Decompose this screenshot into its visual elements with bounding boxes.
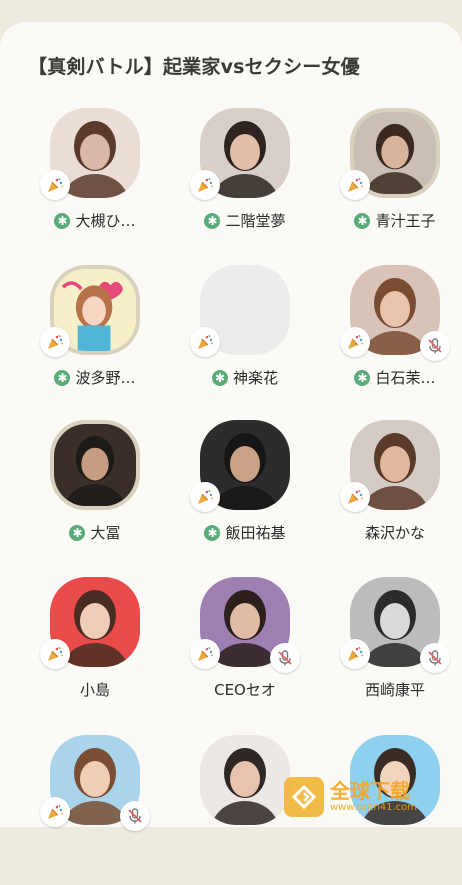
speaker-tile[interactable] xyxy=(30,735,160,885)
watermark-logo-icon xyxy=(284,777,324,817)
party-popper-icon xyxy=(348,334,364,349)
speaker-name-row: ✱ 白石茉… xyxy=(330,367,460,388)
reaction-badge xyxy=(40,170,70,200)
speaker-name-row: 森沢かな xyxy=(330,522,460,543)
moderator-icon: ✱ xyxy=(354,369,371,386)
speaker-tile[interactable]: ✱ 二階堂夢 xyxy=(180,108,310,258)
party-popper-icon xyxy=(48,804,64,819)
party-popper-icon xyxy=(198,177,214,192)
party-popper-icon xyxy=(48,177,64,192)
speaker-name: 二階堂夢 xyxy=(225,212,286,230)
speaker-name: 大槻ひ… xyxy=(75,212,136,230)
party-popper-icon xyxy=(48,646,64,661)
speaker-name-row: ✱ 大冨 xyxy=(30,522,160,543)
speaker-tile[interactable]: ✱ 大冨 xyxy=(30,420,160,570)
speaker-tile[interactable]: ✱ 波多野… xyxy=(30,265,160,415)
speaker-tile[interactable]: ✱ 青汁王子 xyxy=(330,108,460,258)
speaker-name: 森沢かな xyxy=(364,524,425,542)
moderator-icon: ✱ xyxy=(204,212,221,229)
speaker-name-row: ✱ 神楽花 xyxy=(180,367,310,388)
reaction-badge xyxy=(340,170,370,200)
moderator-icon: ✱ xyxy=(54,369,71,386)
speaker-name-row: 小島 xyxy=(30,679,160,700)
reaction-badge xyxy=(40,327,70,357)
avatar-photo xyxy=(200,735,290,825)
speaker-name: 青汁王子 xyxy=(375,212,436,230)
mic-muted-icon xyxy=(428,338,442,354)
speaker-tile[interactable]: 小島 xyxy=(30,577,160,727)
speaker-name-row: ✱ 波多野… xyxy=(30,367,160,388)
speaker-tile[interactable]: ✱ 白石茉… xyxy=(330,265,460,415)
reaction-badge xyxy=(340,327,370,357)
watermark-url: www.qqtn41.com xyxy=(330,802,418,813)
speaker-tile[interactable]: ✱ 飯田祐基 xyxy=(180,420,310,570)
reaction-badge xyxy=(190,639,220,669)
reaction-badge xyxy=(190,482,220,512)
party-popper-icon xyxy=(48,334,64,349)
mic-muted-icon xyxy=(428,650,442,666)
speaker-avatar[interactable] xyxy=(50,420,140,510)
speaker-name: 神楽花 xyxy=(232,369,278,387)
moderator-icon: ✱ xyxy=(211,369,228,386)
speaker-tile[interactable]: 森沢かな xyxy=(330,420,460,570)
speaker-name-row: CEOセオ xyxy=(180,679,310,700)
reaction-badge xyxy=(40,639,70,669)
speaker-name-row: 西崎康平 xyxy=(330,679,460,700)
speaker-tile[interactable]: ✱ 大槻ひ… xyxy=(30,108,160,258)
reaction-badge xyxy=(190,327,220,357)
speaker-name-row: ✱ 青汁王子 xyxy=(330,210,460,231)
party-popper-icon xyxy=(348,646,364,661)
speaker-name: 小島 xyxy=(79,681,110,699)
mic-muted-icon xyxy=(278,650,292,666)
reaction-badge xyxy=(40,797,70,827)
speaker-tile[interactable]: 西崎康平 xyxy=(330,577,460,727)
speaker-avatar[interactable] xyxy=(200,735,290,825)
moderator-icon: ✱ xyxy=(69,524,86,541)
moderator-icon: ✱ xyxy=(54,212,71,229)
moderator-icon: ✱ xyxy=(204,524,221,541)
speaker-name: 大冨 xyxy=(90,524,121,542)
party-popper-icon xyxy=(348,489,364,504)
speaker-tile[interactable]: ✱ 神楽花 xyxy=(180,265,310,415)
reaction-badge xyxy=(340,639,370,669)
muted-badge xyxy=(420,331,450,361)
muted-badge xyxy=(270,643,300,673)
reaction-badge xyxy=(340,482,370,512)
speaker-grid: ✱ 大槻ひ… ✱ 二階堂夢 ✱ 青汁王子 ✱ 波多野… ✱ 神楽花 ✱ 白石茉… ✱ 大冨 ✱ 飯田祐基 森沢か… xyxy=(0,0,462,831)
speaker-name: 波多野… xyxy=(75,369,136,387)
party-popper-icon xyxy=(198,489,214,504)
muted-badge xyxy=(420,643,450,673)
avatar-photo xyxy=(54,424,136,506)
mic-muted-icon xyxy=(128,808,142,824)
reaction-badge xyxy=(190,170,220,200)
speaker-name-row: ✱ 飯田祐基 xyxy=(180,522,310,543)
speaker-name: CEOセオ xyxy=(214,681,276,699)
moderator-icon: ✱ xyxy=(354,212,371,229)
party-popper-icon xyxy=(348,177,364,192)
site-watermark: 全球下载 www.qqtn41.com xyxy=(284,772,454,822)
speaker-name: 西崎康平 xyxy=(364,681,425,699)
speaker-name-row: ✱ 大槻ひ… xyxy=(30,210,160,231)
speaker-tile[interactable]: CEOセオ xyxy=(180,577,310,727)
speaker-name: 飯田祐基 xyxy=(225,524,286,542)
party-popper-icon xyxy=(198,646,214,661)
speaker-name-row: ✱ 二階堂夢 xyxy=(180,210,310,231)
party-popper-icon xyxy=(198,334,214,349)
watermark-text: 全球下载 xyxy=(330,779,410,803)
speaker-name: 白石茉… xyxy=(375,369,436,387)
